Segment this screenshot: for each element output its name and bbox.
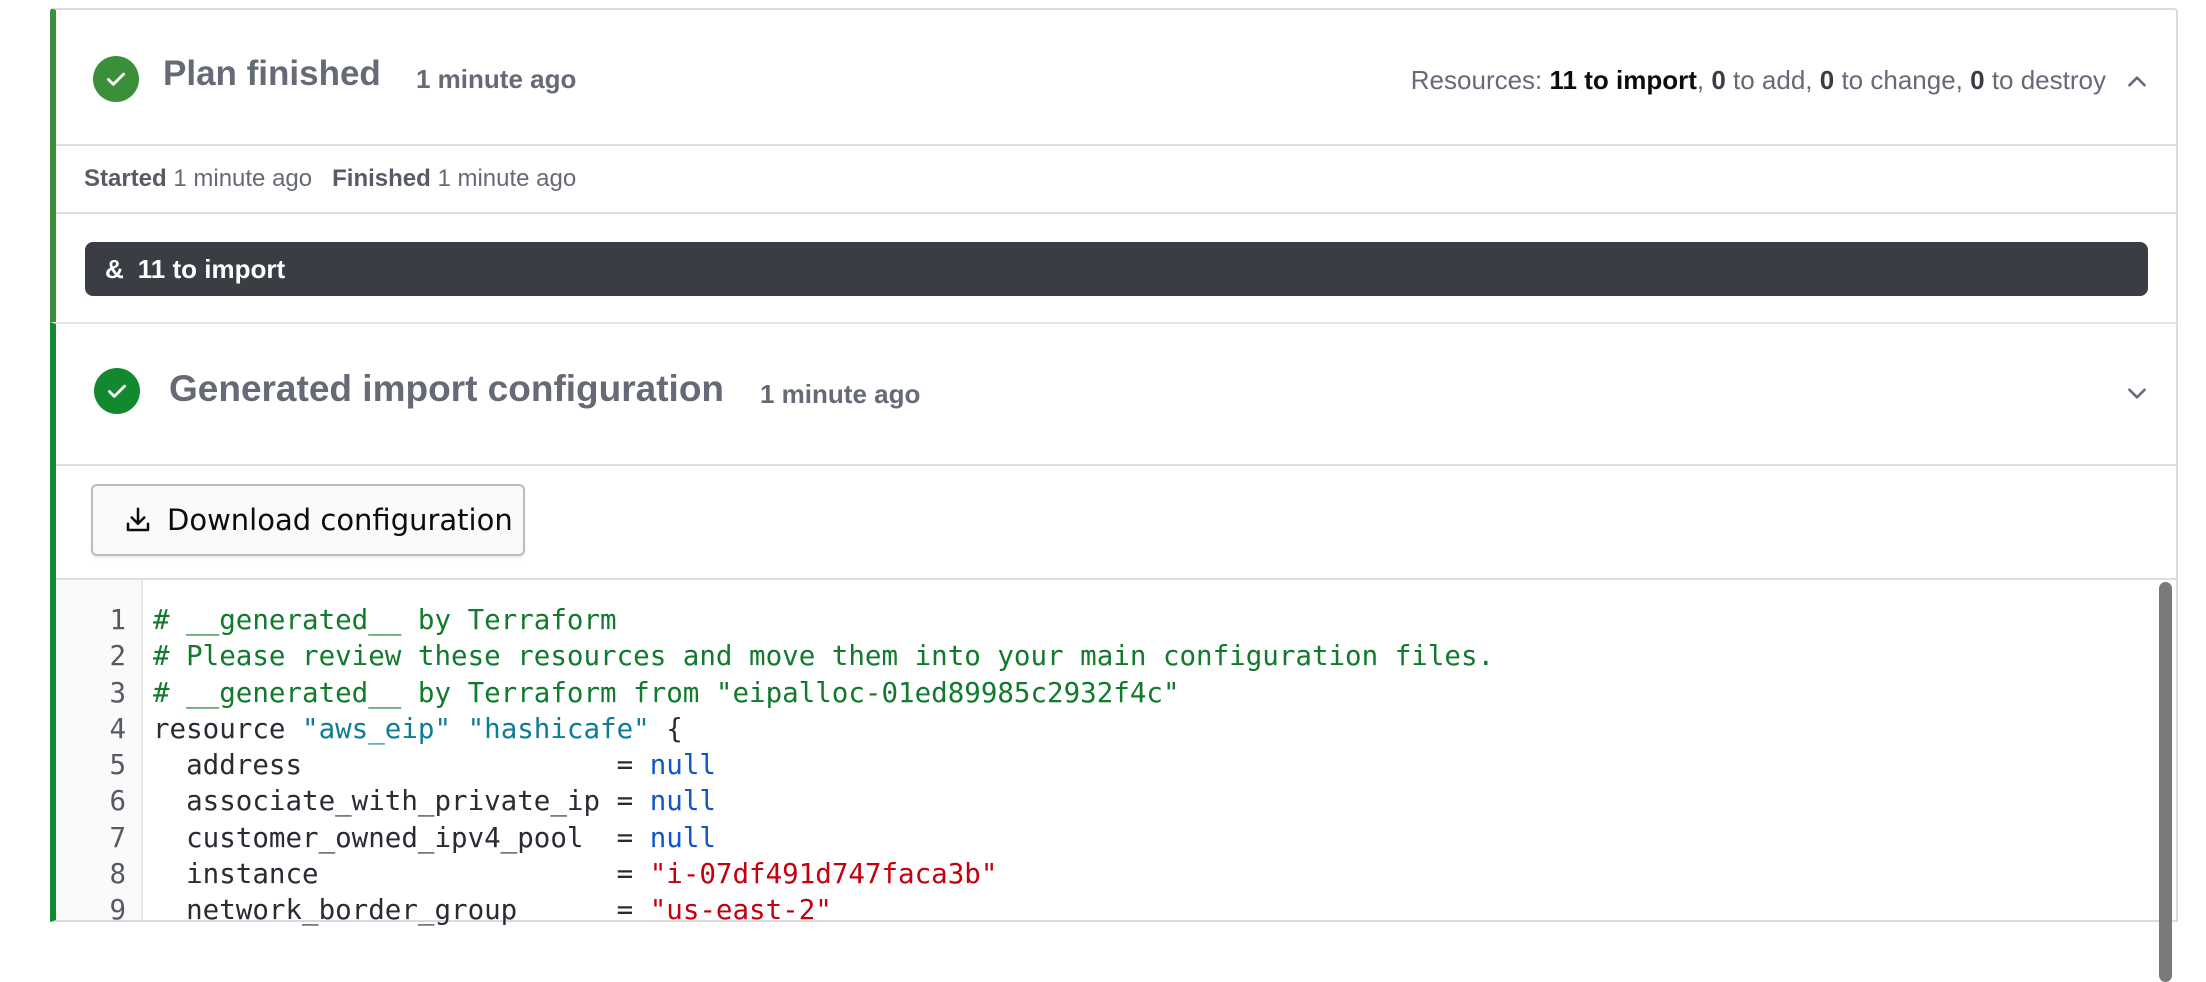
download-configuration-button[interactable]: Download configuration [91,484,525,556]
resources-import: 11 to import [1549,65,1697,95]
code-line: 6 associate_with_private_ip = null [56,783,2176,819]
code-token-null: null [649,749,716,782]
import-icon: & [105,253,124,284]
code-token-plain: network_border_group = [153,894,650,927]
plan-time: 1 minute ago [416,64,577,94]
code-token-comment: # __generated__ by Terraform from "eipal… [153,676,1180,709]
line-number: 4 [109,712,126,745]
resources-prefix: Resources: [1410,65,1550,95]
code-token-null: null [649,821,716,854]
divider [56,144,2176,146]
code-token-plain: instance = [153,858,650,891]
resources-destroy-label: to destroy [1984,65,2106,95]
download-configuration-label: Download configuration [167,503,513,537]
plan-header[interactable]: Plan finished 1 minute ago Resources: 11… [56,10,2176,146]
resources-destroy-count: 0 [1970,65,1985,95]
code-line: 7 customer_owned_ipv4_pool = null [56,820,2176,856]
line-number: 6 [109,785,126,818]
line-number: 8 [109,858,126,891]
code-text: # __generated__ by Terraform [126,602,617,638]
line-number: 2 [109,640,126,673]
code-line: 8 instance = "i-07df491d747faca3b" [56,856,2176,892]
finished-label: Finished [332,165,431,192]
code-line: 5 address = null [56,747,2176,783]
code-text: # __generated__ by Terraform from "eipal… [126,675,1180,711]
code-token-str: "us-east-2" [649,894,832,927]
divider [56,212,2176,214]
code-token-null: null [649,785,716,818]
import-summary-bar[interactable]: & 11 to import [85,242,2148,296]
code-viewer[interactable]: 1 # __generated__ by Terraform 2 # Please r… [56,580,2176,982]
code-token-plain: { [649,712,683,745]
generated-config-header[interactable]: Generated import configuration 1 minute … [56,324,2176,464]
plan-card: Plan finished 1 minute ago Resources: 11… [50,8,2178,324]
generated-config-title: Generated import configuration [169,368,725,409]
line-number: 3 [109,676,126,709]
code-line: 4 resource "aws_eip" "hashicafe" { [56,711,2176,747]
chevron-down-icon[interactable] [2124,380,2150,406]
line-number: 1 [109,604,126,636]
line-number: 7 [109,821,126,854]
check-circle-icon [94,368,140,414]
download-icon [126,507,150,532]
code-line: 1 # __generated__ by Terraform [56,602,2176,638]
code-line: 3 # __generated__ by Terraform from "eipa… [56,675,2176,711]
generated-config-card: Generated import configuration 1 minute … [50,322,2178,982]
resources-add-count: 0 [1711,65,1726,95]
finished-value: 1 minute ago [430,165,577,192]
chevron-up-icon[interactable] [2124,69,2150,95]
code-token-str-type: "aws_eip" "hashicafe" [302,712,650,745]
code-text: customer_owned_ipv4_pool = null [126,820,716,856]
generated-config-time: 1 minute ago [760,379,921,409]
scrollbar[interactable] [2159,582,2172,982]
line-number: 9 [109,894,126,927]
line-number: 5 [109,749,126,782]
code-token-comment: # __generated__ by Terraform [153,604,617,636]
code-token-plain: address = [153,749,650,782]
resources-summary: Resources: 11 to import, 0 to add, 0 to … [1411,65,2106,96]
plan-timestamps: Started 1 minute ago Finished 1 minute ag… [84,165,576,193]
code-token-plain: associate_with_private_ip = [153,785,650,818]
divider [56,464,2176,466]
code-text: associate_with_private_ip = null [126,783,716,819]
resources-sep: , [1696,65,1712,95]
resources-change-label: to change, [1834,65,1971,95]
code-text: address = null [126,747,716,783]
code-token-str: "i-07df491d747faca3b" [649,858,998,891]
resources-add-label: to add, [1725,65,1820,95]
started-value: 1 minute ago [166,165,313,192]
code-text: resource "aws_eip" "hashicafe" { [126,711,683,747]
resources-change-count: 0 [1819,65,1835,95]
code-line: 9 network_border_group = "us-east-2" [56,892,2176,928]
code-lines: 1 # __generated__ by Terraform 2 # Please r… [56,602,2176,929]
code-token-comment: # Please review these resources and move… [153,640,1495,673]
code-token-plain: resource [153,712,303,745]
import-summary-label: 11 to import [137,253,286,284]
check-circle-icon [93,56,139,102]
code-text: network_border_group = "us-east-2" [126,892,832,928]
code-token-plain: customer_owned_ipv4_pool = [153,821,650,854]
code-text: # Please review these resources and move… [126,638,1494,674]
code-text: instance = "i-07df491d747faca3b" [126,856,997,892]
code-line: 2 # Please review these resources and mov… [56,638,2176,674]
plan-title: Plan finished [163,54,381,93]
started-label: Started [84,165,167,192]
